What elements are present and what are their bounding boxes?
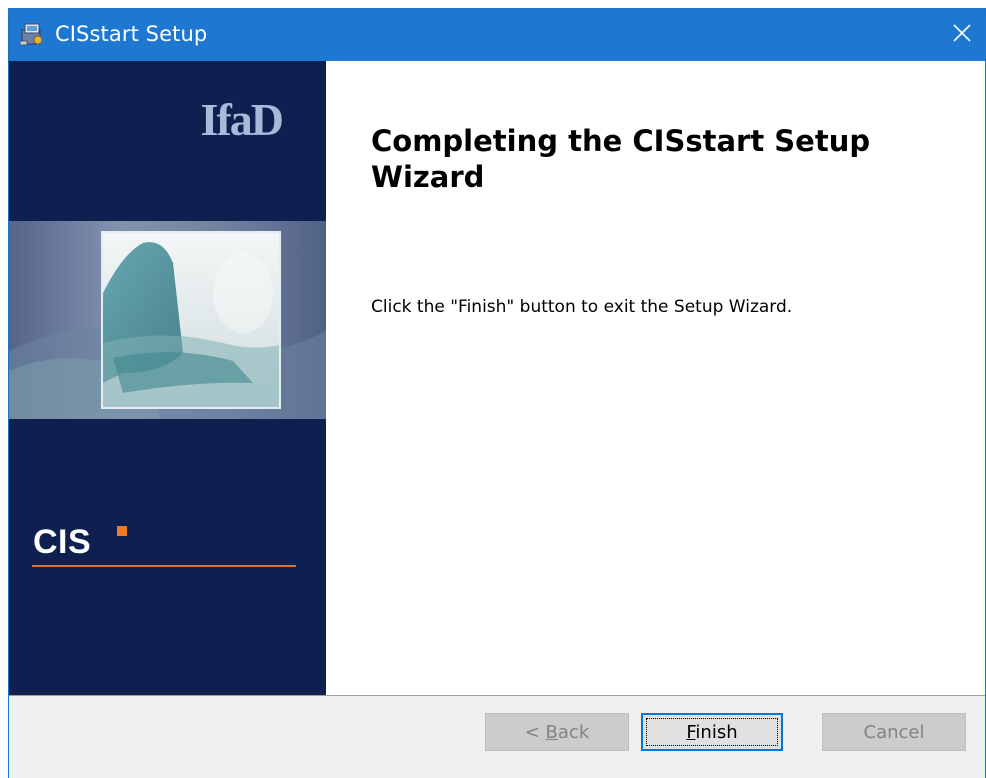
cis-brand-label: CIS <box>33 523 92 561</box>
window-title: CISstart Setup <box>55 22 208 46</box>
back-button-label: < Back <box>524 721 590 743</box>
company-logo: IfaD <box>200 94 284 145</box>
wizard-message: Click the "Finish" button to exit the Se… <box>371 297 793 317</box>
back-button[interactable]: < Back <box>485 713 629 751</box>
finish-button[interactable]: Finish <box>641 713 783 751</box>
close-icon <box>952 23 972 48</box>
title-bar[interactable]: CISstart Setup <box>9 9 985 61</box>
wizard-content: IfaD CIS Completing the CISstart Setup W… <box>9 61 985 695</box>
brand-accent-square <box>117 526 127 536</box>
focus-indicator <box>646 718 778 746</box>
wizard-side-banner: IfaD CIS <box>9 61 326 695</box>
close-button[interactable] <box>939 9 985 61</box>
banner-photo <box>101 231 281 409</box>
brand-underline <box>32 565 296 567</box>
wizard-heading: Completing the CISstart Setup Wizard <box>371 124 871 194</box>
setup-window: CISstart Setup IfaD CIS Completing the C… <box>8 8 986 778</box>
installer-icon <box>19 21 45 47</box>
cancel-button[interactable]: Cancel <box>822 713 966 751</box>
button-bar: < Back Finish Cancel <box>9 696 985 778</box>
